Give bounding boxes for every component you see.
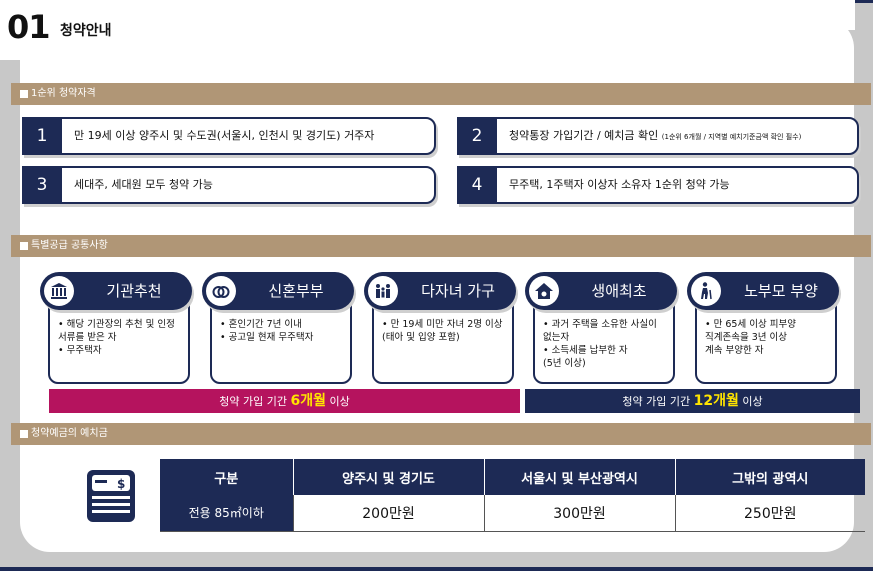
card-label: 다자녀 가구 — [421, 282, 495, 300]
header-strip — [215, 0, 855, 30]
section-title: 1순위 청약자격 — [31, 88, 96, 99]
row-header: 전용 85㎡이하 — [160, 495, 293, 532]
section-title: 특별공급 공통사항 — [31, 240, 108, 251]
bottom-border — [0, 567, 873, 571]
section-band-qualification: 1순위 청약자격 — [11, 83, 871, 105]
table-cell: 300만원 — [483, 495, 675, 532]
column-header: 그밖의 광역시 — [675, 459, 865, 495]
item-text: 무주택, 1주택자 이상자 소유자 1순위 청약 가능 — [509, 178, 730, 191]
house-icon — [529, 276, 559, 306]
qualification-item: 4 무주택, 1주택자 이상자 소유자 1순위 청약 가능 — [457, 166, 859, 204]
item-note: (1순위 6개월 / 지역별 예치기준금액 확인 필수) — [661, 133, 802, 141]
item-number: 2 — [457, 117, 497, 155]
column-header: 양주시 및 경기도 — [293, 459, 485, 495]
card-details: • 혼인기간 7년 이내 • 공고일 현재 무주택자 — [210, 300, 352, 384]
period-highlight: 6개월 — [290, 393, 326, 409]
card-header: 노부모 부양 — [687, 272, 839, 310]
card-details: • 과거 주택을 소유한 사실이 없는자 • 소득세를 납부한 자 (5년 이상) — [533, 300, 675, 384]
table-cell: 250만원 — [674, 495, 865, 532]
square-bullet-icon — [20, 430, 28, 438]
card-header: 생애최초 — [525, 272, 677, 310]
period-bar-6-months: 청약 가입 기간 6개월 이상 — [49, 389, 520, 413]
card-label: 기관추천 — [106, 282, 162, 300]
card-details: • 만 65세 이상 피부양 직계존속을 3년 이상 계속 부양한 자 — [695, 300, 837, 384]
table-cell: 200만원 — [292, 495, 484, 532]
item-number: 3 — [22, 166, 62, 204]
qualification-item: 3 세대주, 세대원 모두 청약 가능 — [22, 166, 436, 204]
period-highlight: 12개월 — [693, 393, 739, 409]
page-title: 청약안내 — [60, 23, 112, 39]
rings-icon — [206, 276, 236, 306]
card-details: • 해당 기관장의 추천 및 인정 서류를 받은 자 • 무주택자 — [48, 300, 190, 384]
card-header: 신혼부부 — [202, 272, 354, 310]
table-header-row: 구분 양주시 및 경기도 서울시 및 부산광역시 그밖의 광역시 — [160, 459, 865, 495]
step-number: 01 — [7, 8, 51, 46]
elderly-icon — [691, 276, 721, 306]
card-details: • 만 19세 미만 자녀 2명 이상 (태아 및 입양 포함) — [372, 300, 514, 384]
deposit-table: 구분 양주시 및 경기도 서울시 및 부산광역시 그밖의 광역시 전용 85㎡이… — [160, 459, 865, 532]
item-text: 세대주, 세대원 모두 청약 가능 — [74, 178, 213, 191]
svg-text:$: $ — [117, 477, 125, 491]
period-bar-12-months: 청약 가입 기간 12개월 이상 — [525, 389, 860, 413]
item-number: 1 — [22, 117, 62, 155]
column-header: 서울시 및 부산광역시 — [484, 459, 676, 495]
section-band-special-supply: 특별공급 공통사항 — [11, 235, 871, 257]
square-bullet-icon — [20, 90, 28, 98]
column-header: 구분 — [160, 459, 294, 495]
square-bullet-icon — [20, 242, 28, 250]
card-header: 기관추천 — [40, 272, 192, 310]
card-label: 노부모 부양 — [744, 282, 818, 300]
item-number: 4 — [457, 166, 497, 204]
item-text: 만 19세 이상 양주시 및 수도권(서울시, 인천시 및 경기도) 거주자 — [74, 129, 375, 142]
table-row: 전용 85㎡이하 200만원 300만원 250만원 — [160, 495, 865, 532]
card-label: 신혼부부 — [268, 282, 324, 300]
card-label: 생애최초 — [591, 282, 647, 300]
qualification-item: 1 만 19세 이상 양주시 및 수도권(서울시, 인천시 및 경기도) 거주자 — [22, 117, 436, 155]
item-text: 청약통장 가입기간 / 예치금 확인 (1순위 6개월 / 지역별 예치기준금액… — [509, 129, 802, 142]
family-icon — [368, 276, 398, 306]
qualification-item: 2 청약통장 가입기간 / 예치금 확인 (1순위 6개월 / 지역별 예치기준… — [457, 117, 859, 155]
bankbook-icon: $ — [83, 466, 139, 524]
section-band-deposit: 청약예금의 예치금 — [11, 423, 871, 445]
card-header: 다자녀 가구 — [364, 272, 516, 310]
institution-icon — [44, 276, 74, 306]
section-title: 청약예금의 예치금 — [31, 428, 108, 439]
